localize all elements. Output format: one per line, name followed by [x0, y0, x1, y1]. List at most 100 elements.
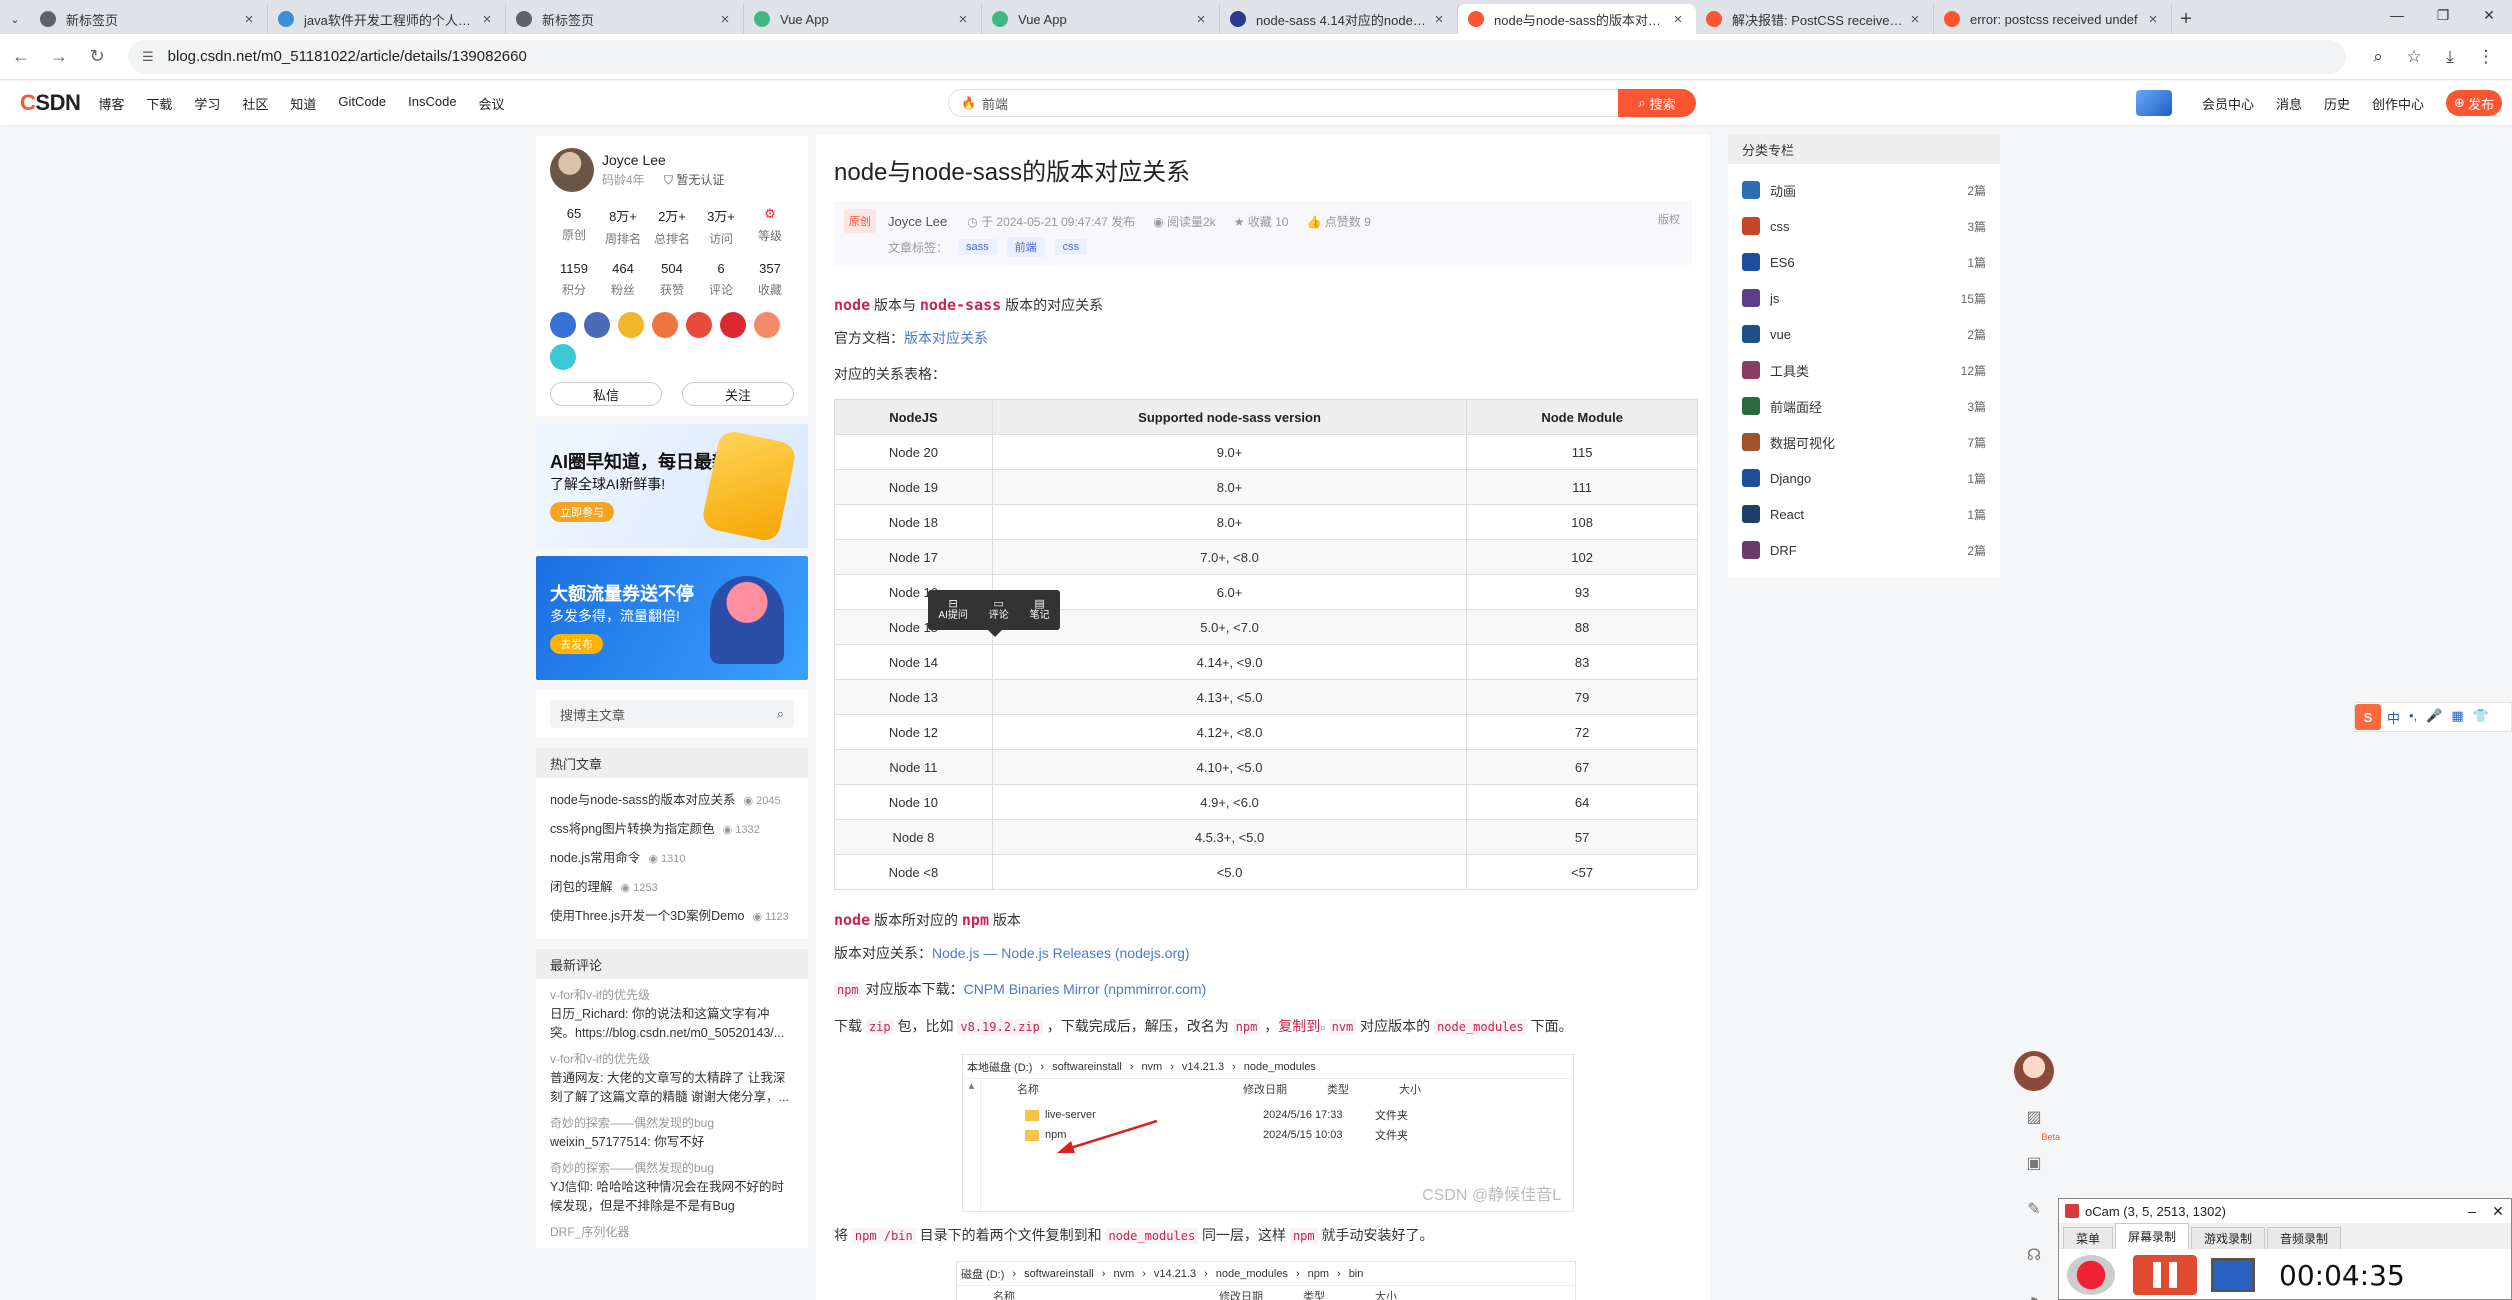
tab-close-icon[interactable]: ×	[241, 11, 257, 28]
browser-tab[interactable]: Vue App ×	[982, 4, 1220, 34]
nav-link[interactable]: 下载	[146, 94, 172, 113]
browser-tab[interactable]: java软件开发工程师的个人空间 ×	[268, 4, 506, 34]
badge-icon[interactable]	[686, 312, 712, 338]
blogger-search-input[interactable]: 搜博主文章 ⌕	[550, 700, 794, 728]
maximize-icon[interactable]: ❐	[2420, 0, 2466, 30]
mascot-avatar[interactable]	[2014, 1048, 2054, 1094]
browser-tab[interactable]: node与node-sass的版本对应关系 ×	[1458, 4, 1696, 34]
doc-link[interactable]: 版本对应关系	[904, 330, 988, 346]
comment-body[interactable]: weixin_57177514: 你写不好	[550, 1133, 794, 1152]
category-item[interactable]: 数据可视化 7篇	[1742, 424, 1986, 460]
note-button[interactable]: ▤ 笔记	[1030, 598, 1050, 622]
ocam-minimize-icon[interactable]: –	[2459, 1203, 2485, 1220]
comment-article-link[interactable]: 奇妙的探索——偶然发现的bug	[550, 1158, 794, 1178]
article-tag[interactable]: css	[1054, 239, 1088, 255]
search-small-icon[interactable]: ⌕	[1320, 1023, 1328, 1034]
author-name[interactable]: Joyce Lee	[602, 152, 724, 168]
edit-tool-icon[interactable]: ✎	[2014, 1186, 2054, 1232]
like-count[interactable]: 👍 点赞数 9	[1306, 213, 1370, 230]
article-tag[interactable]: 前端	[1006, 237, 1045, 257]
browser-tab[interactable]: node-sass 4.14对应的node_版本 ×	[1220, 4, 1458, 34]
follow-button[interactable]: 关注	[682, 382, 794, 406]
nav-link[interactable]: GitCode	[338, 94, 386, 113]
ad2-cta-button[interactable]: 去发布	[550, 634, 603, 654]
browser-tab[interactable]: Vue App ×	[744, 4, 982, 34]
site-search-input[interactable]: 🔥 前端	[948, 89, 1618, 117]
tab-close-icon[interactable]: ×	[1670, 11, 1686, 28]
record-button[interactable]	[2067, 1255, 2115, 1295]
header-promo-image[interactable]	[2135, 90, 2172, 116]
nav-link[interactable]: 博客	[98, 94, 124, 113]
screen-icon[interactable]	[2211, 1258, 2255, 1292]
tab-close-icon[interactable]: ×	[479, 11, 495, 28]
search-page-icon[interactable]: ⌕	[2360, 40, 2396, 74]
new-tab-button[interactable]: +	[2172, 4, 2200, 34]
browser-tab[interactable]: 新标签页 ×	[30, 4, 268, 34]
stat-item[interactable]: 6 评论	[697, 261, 745, 298]
stat-item[interactable]: 464 粉丝	[599, 261, 647, 298]
report-icon[interactable]: ⚑	[2014, 1278, 2054, 1300]
stat-item[interactable]: 1159 积分	[550, 261, 598, 298]
category-item[interactable]: Django 1篇	[1742, 460, 1986, 496]
menu-dots-icon[interactable]: ⋮	[2468, 40, 2504, 74]
badge-icon[interactable]	[550, 344, 576, 370]
forward-icon[interactable]: →	[42, 40, 76, 74]
hot-article-item[interactable]: 闭包的理解 ◉ 1253	[550, 873, 794, 902]
hot-article-item[interactable]: 使用Three.js开发一个3D案例Demo ◉ 1123	[550, 902, 794, 931]
tab-search-chevron-icon[interactable]: ⌄	[0, 4, 30, 34]
message-button[interactable]: 私信	[550, 382, 662, 406]
tab-close-icon[interactable]: ×	[1193, 11, 1209, 28]
article-tag[interactable]: sass	[958, 239, 997, 255]
tab-close-icon[interactable]: ×	[717, 11, 733, 28]
tab-close-icon[interactable]: ×	[1431, 11, 1447, 28]
sogou-logo-icon[interactable]: S	[2355, 704, 2381, 730]
nav-link[interactable]: InsCode	[408, 94, 456, 113]
comment-body[interactable]: 日历_Richard: 你的说法和这篇文字有冲突。https://blog.cs…	[550, 1005, 794, 1043]
bookmark-star-icon[interactable]: ☆	[2396, 40, 2432, 74]
badge-icon[interactable]	[584, 312, 610, 338]
search-icon[interactable]: ⌕	[777, 706, 784, 722]
hot-article-item[interactable]: node与node-sass的版本对应关系 ◉ 2045	[550, 786, 794, 815]
stat-item[interactable]: 2万+ 总排名	[648, 206, 696, 247]
ocam-tab[interactable]: 音频录制	[2267, 1227, 2342, 1249]
header-link[interactable]: 创作中心	[2372, 94, 2424, 113]
copyright-link[interactable]: 版权	[1658, 211, 1680, 227]
stat-item[interactable]: 3万+ 访问	[697, 206, 745, 247]
comment-article-link[interactable]: v-for和v-if的优先级	[550, 985, 794, 1005]
back-icon[interactable]: ←	[4, 40, 38, 74]
favorite-count[interactable]: ★ 收藏 10	[1234, 213, 1289, 230]
address-bar[interactable]: ☰ blog.csdn.net/m0_51181022/article/deta…	[128, 39, 2346, 74]
chinese-mode-icon[interactable]: 中	[2387, 708, 2400, 727]
stat-item[interactable]: 8万+ 周排名	[599, 206, 647, 247]
publish-button[interactable]: ⊕ 发布	[2446, 90, 2502, 116]
minimize-icon[interactable]: —	[2374, 0, 2420, 30]
tab-close-icon[interactable]: ×	[955, 11, 971, 28]
ad1-cta-button[interactable]: 立即参与	[550, 502, 614, 522]
download-icon[interactable]: ⤓	[2432, 40, 2468, 74]
badge-icon[interactable]	[754, 312, 780, 338]
comment-article-link[interactable]: 奇妙的探索——偶然发现的bug	[550, 1113, 794, 1133]
ai-tool-icon[interactable]: ▣	[2014, 1140, 2054, 1186]
stat-item[interactable]: 357 收藏	[746, 261, 794, 298]
punctuation-icon[interactable]: •,	[2409, 708, 2417, 727]
tab-close-icon[interactable]: ×	[1907, 11, 1923, 28]
category-item[interactable]: React 1篇	[1742, 496, 1986, 532]
nav-link[interactable]: 知道	[290, 94, 316, 113]
ai-news-banner[interactable]: AI圈早知道，每日最新动态 了解全球AI新鲜事! 立即参与	[536, 424, 808, 548]
nav-link[interactable]: 会议	[479, 94, 505, 113]
category-item[interactable]: vue 2篇	[1742, 316, 1986, 352]
comment-body[interactable]: 普通网友: 大佬的文章写的太精辟了 让我深刻了解了这篇文章的精髓 谢谢大佬分享，…	[550, 1069, 794, 1107]
tab-close-icon[interactable]: ×	[2145, 11, 2161, 28]
pause-button[interactable]	[2133, 1255, 2197, 1295]
category-item[interactable]: css 3篇	[1742, 208, 1986, 244]
nodejs-releases-link[interactable]: Node.js — Node.js Releases (nodejs.org)	[932, 945, 1190, 961]
comment-article-link[interactable]: DRF_序列化器	[550, 1222, 794, 1242]
keyboard-icon[interactable]: ▦	[2451, 708, 2463, 727]
header-link[interactable]: 消息	[2276, 94, 2302, 113]
ai-ask-button[interactable]: ⊟ AI提问	[938, 598, 967, 622]
csdn-logo[interactable]: C SDN	[20, 90, 81, 116]
badge-icon[interactable]	[550, 312, 576, 338]
meta-author[interactable]: Joyce Lee	[888, 214, 947, 229]
nav-link[interactable]: 学习	[194, 94, 220, 113]
skin-icon[interactable]: 👕	[2473, 708, 2489, 727]
